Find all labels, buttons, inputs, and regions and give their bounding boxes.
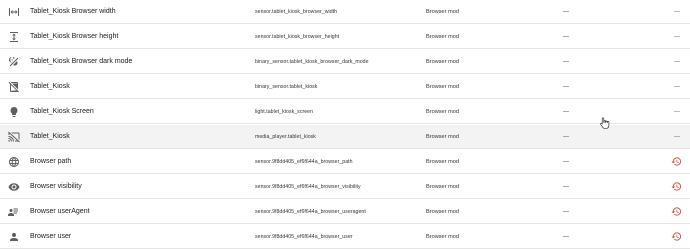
table-row[interactable]: Tablet_Kiosk Browser width sensor.tablet… <box>0 0 690 24</box>
restore-icon-cell[interactable] <box>670 200 684 224</box>
area: — <box>563 109 569 115</box>
account-icon <box>8 231 20 243</box>
hand-cursor-icon <box>600 116 610 129</box>
row-icon-cell <box>8 100 24 124</box>
theme-light-dark-icon <box>8 56 20 68</box>
account-details-icon <box>8 206 20 218</box>
entity-id: sensor.9f8dd405_ef6f644a_browser_user <box>255 234 353 240</box>
entity-name: Tablet_Kiosk Browser dark mode <box>30 58 133 65</box>
status: — <box>674 34 680 40</box>
entity-id: sensor.tablet_kiosk_browser_height <box>255 34 340 40</box>
table-row[interactable]: Tablet_Kiosk media_player.tablet_kiosk B… <box>0 125 690 149</box>
row-icon-cell <box>8 125 24 149</box>
row-icon-cell <box>8 25 24 49</box>
area: — <box>563 234 569 240</box>
table-row[interactable]: Browser userAgent sensor.9f8dd405_ef6f64… <box>0 200 690 224</box>
integration: Browser mod <box>426 34 459 40</box>
entity-id: media_player.tablet_kiosk <box>255 134 316 140</box>
arrow-expand-vertical-icon <box>8 31 20 43</box>
area: — <box>563 84 569 90</box>
row-icon-cell <box>8 200 24 224</box>
entity-id: sensor.9f8dd405_ef6f644a_browser_userage… <box>255 209 366 215</box>
lightbulb-icon <box>8 106 20 118</box>
area: — <box>563 159 569 165</box>
row-icon-cell <box>8 0 24 24</box>
restore-icon-cell[interactable] <box>670 225 684 249</box>
integration: Browser mod <box>426 9 459 15</box>
area: — <box>563 34 569 40</box>
table-row[interactable]: Tablet_Kiosk Browser dark mode binary_se… <box>0 50 690 74</box>
entity-id: sensor.9f8dd405_ef6f644a_browser_visibil… <box>255 184 361 190</box>
area: — <box>563 59 569 65</box>
table-row[interactable]: Tablet_Kiosk Screen light.tablet_kiosk_s… <box>0 100 690 124</box>
restore-icon-cell[interactable] <box>670 150 684 174</box>
entity-name: Tablet_Kiosk <box>30 83 70 90</box>
cast-off-icon <box>8 131 20 143</box>
table-row[interactable]: Tablet_Kiosk Browser height sensor.table… <box>0 25 690 49</box>
row-icon-cell <box>8 175 24 199</box>
status: — <box>674 134 680 140</box>
integration: Browser mod <box>426 184 459 190</box>
entity-id: sensor.9f8dd405_ef6f644a_browser_path <box>255 159 353 165</box>
entities-table: Tablet_Kiosk Browser width sensor.tablet… <box>0 0 690 250</box>
web-icon <box>8 156 20 168</box>
restore-icon[interactable] <box>670 231 684 242</box>
status: — <box>674 84 680 90</box>
integration: Browser mod <box>426 109 459 115</box>
table-row[interactable]: Tablet_Kiosk binary_sensor.tablet_kiosk … <box>0 75 690 99</box>
integration: Browser mod <box>426 209 459 215</box>
area: — <box>563 209 569 215</box>
table-row[interactable]: Browser visibility sensor.9f8dd405_ef6f6… <box>0 175 690 199</box>
row-icon-cell <box>8 150 24 174</box>
table-row[interactable]: Browser user sensor.9f8dd405_ef6f644a_br… <box>0 225 690 249</box>
entity-id: binary_sensor.tablet_kiosk <box>255 84 318 90</box>
row-icon-cell <box>8 50 24 74</box>
entity-id: light.tablet_kiosk_screen <box>255 109 314 115</box>
restore-icon[interactable] <box>670 181 684 192</box>
restore-icon[interactable] <box>670 206 684 217</box>
entity-name: Tablet_Kiosk Browser height <box>30 33 119 40</box>
entity-name: Browser visibility <box>30 183 82 190</box>
entity-name: Tablet_Kiosk <box>30 133 70 140</box>
integration: Browser mod <box>426 84 459 90</box>
integration: Browser mod <box>426 134 459 140</box>
row-icon-cell <box>8 75 24 99</box>
status: — <box>674 59 680 65</box>
area: — <box>563 9 569 15</box>
status: — <box>674 9 680 15</box>
status: — <box>674 109 680 115</box>
restore-icon-cell[interactable] <box>670 175 684 199</box>
entity-id: sensor.tablet_kiosk_browser_width <box>255 9 338 15</box>
eye-icon <box>8 181 20 193</box>
entity-id: binary_sensor.tablet_kiosk_browser_dark_… <box>255 59 369 65</box>
entity-name: Browser userAgent <box>30 208 90 215</box>
entity-name: Browser path <box>30 158 72 165</box>
arrow-expand-horizontal-icon <box>8 6 20 18</box>
entity-name: Browser user <box>30 233 72 240</box>
table-row[interactable]: Browser path sensor.9f8dd405_ef6f644a_br… <box>0 150 690 174</box>
row-icon-cell <box>8 225 24 249</box>
integration: Browser mod <box>426 159 459 165</box>
restore-icon[interactable] <box>670 156 684 167</box>
entity-name: Tablet_Kiosk Browser width <box>30 8 116 15</box>
entity-name: Tablet_Kiosk Screen <box>30 108 94 115</box>
tablet-off-icon <box>8 81 20 93</box>
area: — <box>563 184 569 190</box>
integration: Browser mod <box>426 234 459 240</box>
integration: Browser mod <box>426 59 459 65</box>
area: — <box>563 134 569 140</box>
